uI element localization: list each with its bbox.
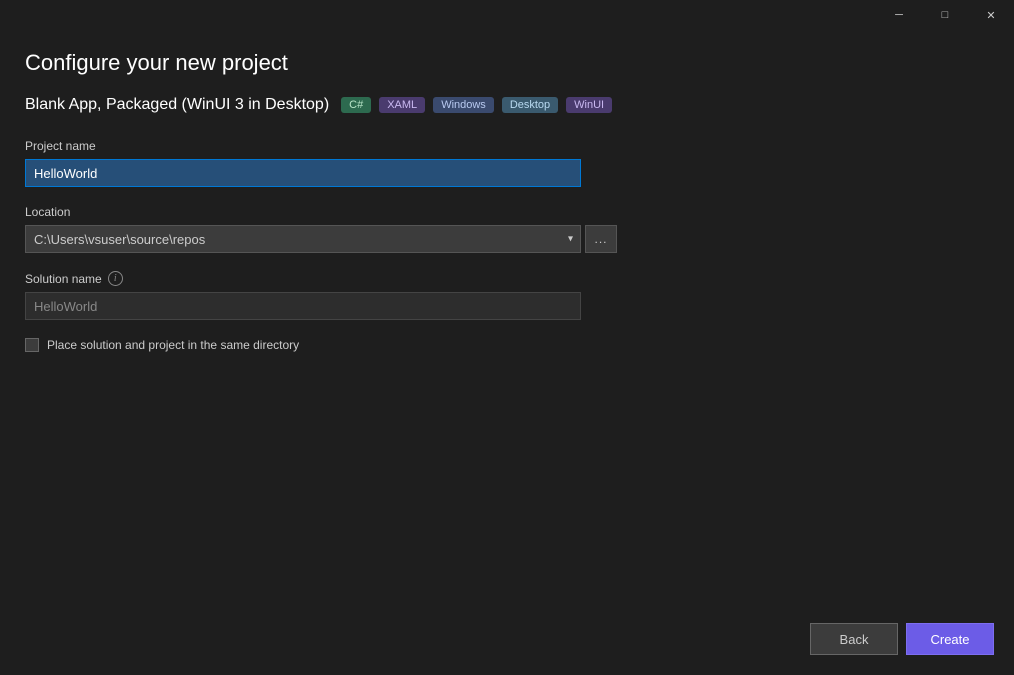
- close-button[interactable]: ✕: [968, 0, 1014, 30]
- same-directory-label[interactable]: Place solution and project in the same d…: [47, 338, 299, 352]
- solution-name-group: Solution name i: [25, 271, 989, 320]
- tag-csharp: C#: [341, 97, 371, 113]
- tag-xaml: XAML: [379, 97, 425, 113]
- title-bar: ─ □ ✕: [0, 0, 1014, 30]
- project-type-row: Blank App, Packaged (WinUI 3 in Desktop)…: [25, 96, 989, 114]
- project-name-input[interactable]: [25, 159, 581, 187]
- tag-windows: Windows: [433, 97, 494, 113]
- bottom-bar: Back Create: [810, 623, 994, 655]
- tag-winui: WinUI: [566, 97, 612, 113]
- location-label: Location: [25, 205, 989, 219]
- location-input[interactable]: [25, 225, 581, 253]
- location-group: Location ...: [25, 205, 989, 253]
- location-row: ...: [25, 225, 989, 253]
- same-directory-row: Place solution and project in the same d…: [25, 338, 989, 352]
- solution-name-label-row: Solution name i: [25, 271, 989, 286]
- create-button[interactable]: Create: [906, 623, 994, 655]
- solution-name-info-icon: i: [108, 271, 123, 286]
- project-name-group: Project name: [25, 139, 989, 187]
- main-content: Configure your new project Blank App, Pa…: [0, 30, 1014, 372]
- project-type-name: Blank App, Packaged (WinUI 3 in Desktop): [25, 96, 329, 114]
- page-title: Configure your new project: [25, 50, 989, 76]
- solution-name-label: Solution name: [25, 272, 102, 286]
- browse-button[interactable]: ...: [585, 225, 617, 253]
- solution-name-input[interactable]: [25, 292, 581, 320]
- same-directory-checkbox[interactable]: [25, 338, 39, 352]
- maximize-button[interactable]: □: [922, 0, 968, 30]
- location-select-wrapper: [25, 225, 581, 253]
- project-name-label: Project name: [25, 139, 989, 153]
- tag-desktop: Desktop: [502, 97, 558, 113]
- minimize-button[interactable]: ─: [876, 0, 922, 30]
- back-button[interactable]: Back: [810, 623, 898, 655]
